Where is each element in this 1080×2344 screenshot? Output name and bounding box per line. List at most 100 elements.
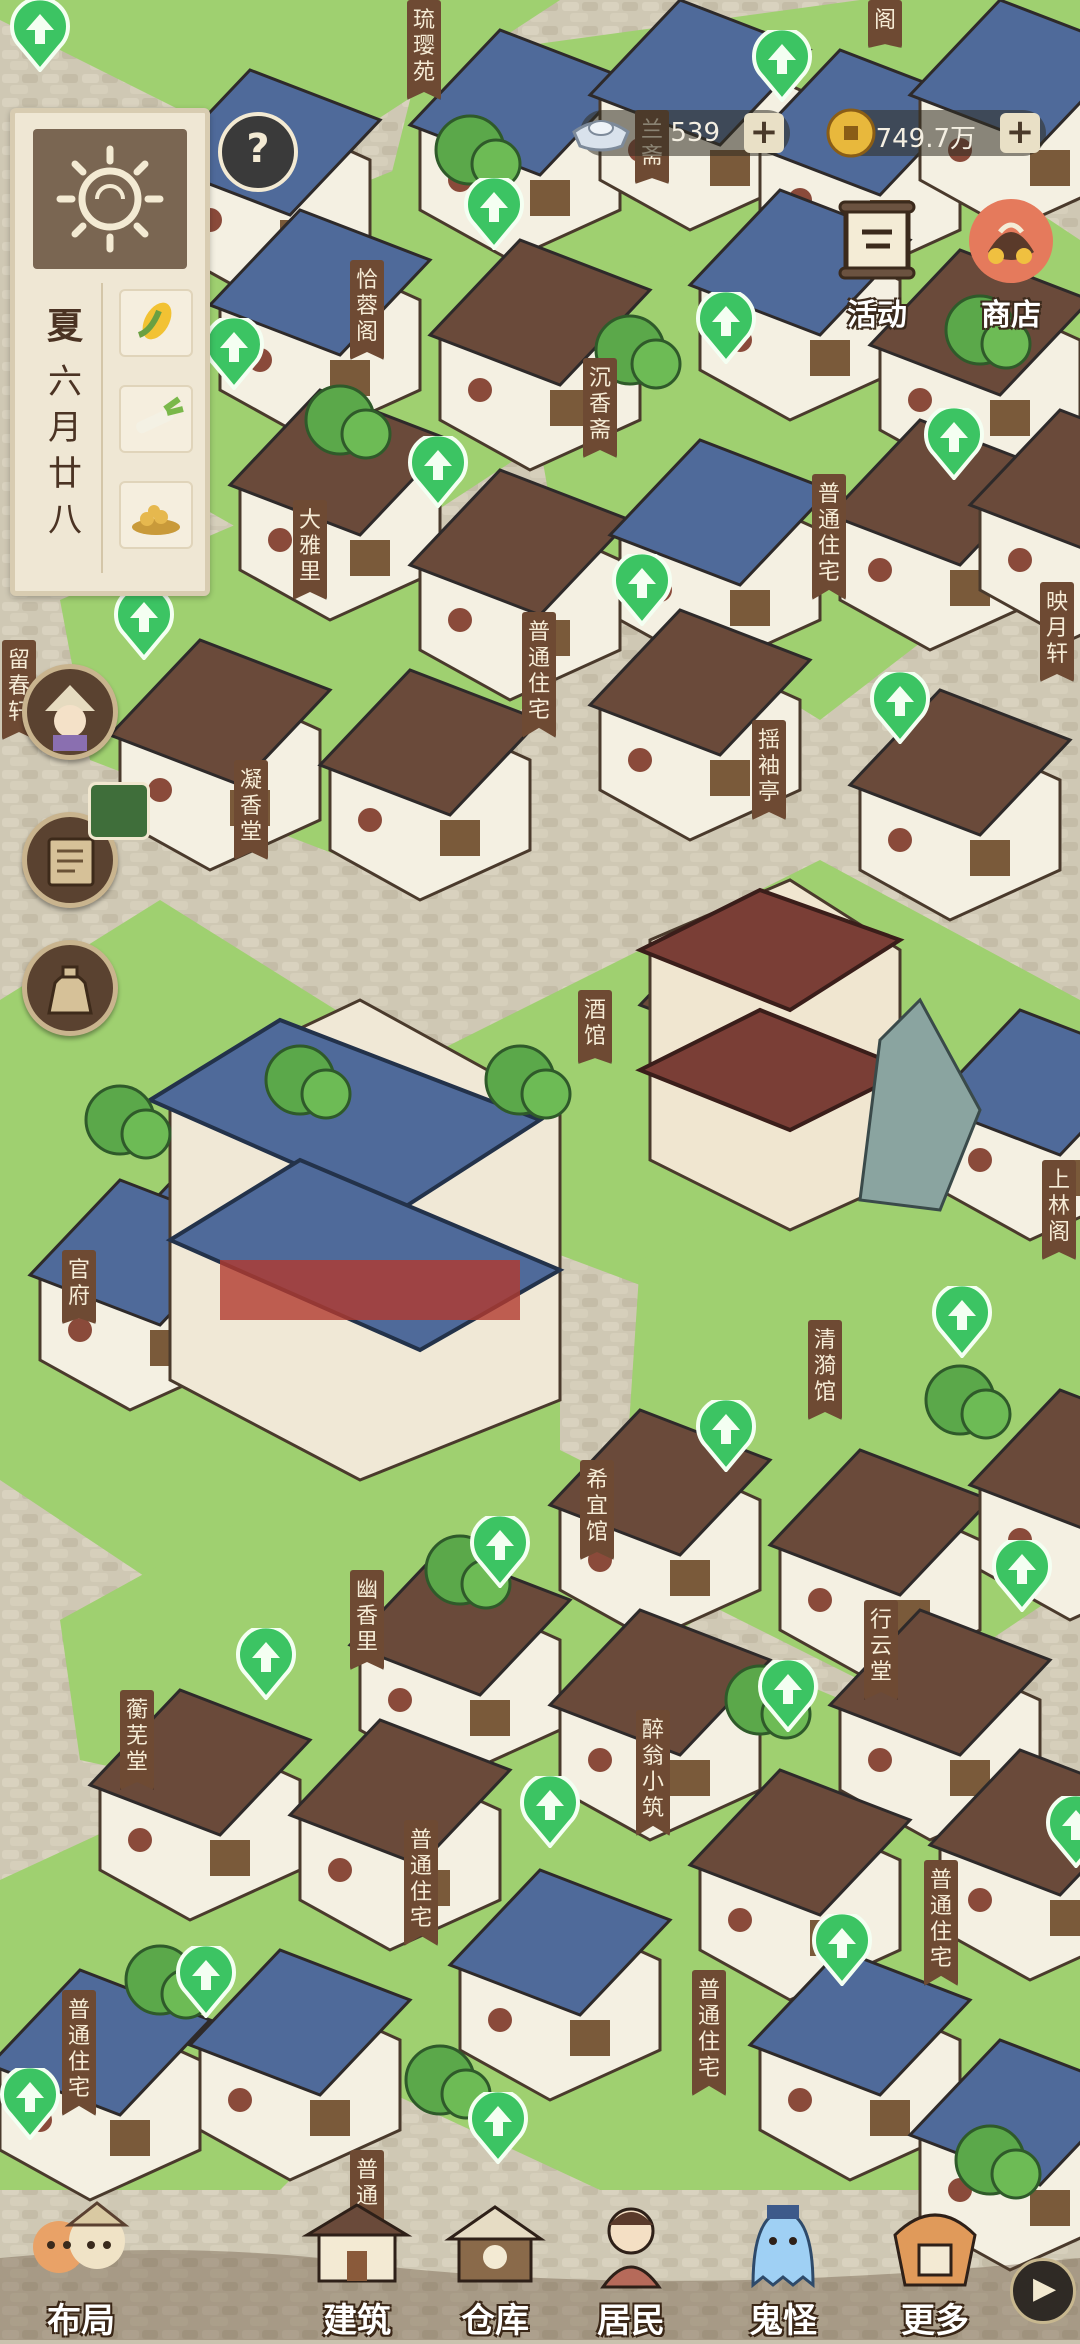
sign-character: 希	[585, 1468, 608, 1493]
nav-ghost-label: 鬼怪	[749, 2301, 817, 2341]
sign-character: 普	[355, 2158, 378, 2183]
coin-amount: 749.7万	[875, 124, 976, 154]
upgrade-arrow-icon[interactable]	[114, 588, 174, 660]
sign-character: 香	[355, 1604, 378, 1629]
nav-more-label: 更多	[901, 2301, 969, 2341]
building-name-sign[interactable]: 揺袖亭	[752, 720, 786, 820]
sign-character: 琉	[412, 8, 435, 33]
sign-character: 通	[409, 1854, 432, 1879]
building-name-sign[interactable]: 大雅里	[293, 500, 327, 600]
building-name-sign[interactable]: 蘅芜堂	[120, 1690, 154, 1790]
help-button[interactable]: ?	[218, 112, 298, 192]
building-name-sign[interactable]: 普通住宅	[692, 1970, 726, 2096]
upgrade-arrow-icon[interactable]	[758, 1660, 818, 1732]
sign-character: 轩	[1045, 642, 1068, 667]
shop-button[interactable]: 商店	[956, 196, 1066, 333]
upgrade-arrow-icon[interactable]	[932, 1286, 992, 1358]
building-name-sign[interactable]: 映月轩	[1040, 582, 1074, 682]
upgrade-arrow-icon[interactable]	[468, 2092, 528, 2164]
sign-character: 香	[239, 794, 262, 819]
sign-character: 堂	[239, 820, 262, 845]
corn-icon[interactable]	[119, 289, 193, 357]
upgrade-arrow-icon[interactable]	[992, 1540, 1052, 1612]
upgrade-arrow-icon[interactable]	[812, 1914, 872, 1986]
building-name-sign[interactable]: 普通住宅	[522, 612, 556, 738]
building-name-sign[interactable]: 阁	[868, 0, 902, 48]
building-name-sign[interactable]: 普通住宅	[404, 1820, 438, 1946]
activity-label: 活动	[847, 298, 907, 333]
ghost-icon	[751, 2205, 815, 2289]
nav-building-button[interactable]: 建筑	[282, 2195, 432, 2341]
upgrade-arrow-icon[interactable]	[204, 318, 264, 390]
building-name-sign[interactable]: 官府	[62, 1250, 96, 1324]
building-name-sign[interactable]: 琉璎苑	[407, 0, 441, 100]
sign-character: 通	[67, 2024, 90, 2049]
building-name-sign[interactable]: 沉香斋	[583, 358, 617, 458]
scallion-icon[interactable]	[119, 385, 193, 453]
building-name-sign[interactable]: 清漪馆	[808, 1320, 842, 1420]
upgrade-arrow-icon[interactable]	[0, 2068, 60, 2140]
season-date-panel[interactable]: 夏 六 月 廿 八	[10, 108, 210, 596]
upgrade-arrow-icon[interactable]	[612, 554, 672, 626]
sign-character: 通	[527, 646, 550, 671]
upgrade-arrow-icon[interactable]	[870, 672, 930, 744]
building-name-sign[interactable]: 上林阁	[1042, 1160, 1076, 1260]
upgrade-arrow-icon[interactable]	[924, 408, 984, 480]
soybean-icon[interactable]	[119, 481, 193, 549]
sign-character: 阁	[355, 320, 378, 345]
building-name-sign[interactable]: 恰蓉阁	[350, 260, 384, 360]
more-icon	[893, 2213, 977, 2287]
upgrade-arrow-icon[interactable]	[176, 1946, 236, 2018]
nav-more-button[interactable]: 更多	[860, 2195, 1010, 2341]
expand-menu-button[interactable]: ▶	[1010, 2258, 1076, 2324]
sign-character: 亭	[757, 780, 780, 805]
nav-layout-button[interactable]: 布局	[6, 2195, 156, 2341]
sign-character: 普	[929, 1868, 952, 1893]
add-silver-button[interactable]: +	[744, 113, 784, 153]
upgrade-arrow-icon[interactable]	[10, 0, 70, 72]
sign-character: 馆	[585, 1520, 608, 1545]
activity-button[interactable]: 活动	[822, 196, 932, 333]
building-name-sign[interactable]: 希宜馆	[580, 1460, 614, 1560]
upgrade-arrow-icon[interactable]	[696, 1400, 756, 1472]
building-name-sign[interactable]: 行云堂	[864, 1600, 898, 1700]
resident-portrait-button[interactable]	[22, 664, 118, 760]
chat-bubble-icon[interactable]	[88, 782, 150, 840]
upgrade-arrow-icon[interactable]	[470, 1516, 530, 1588]
sign-character: 映	[1045, 590, 1068, 615]
merchant-bag-button[interactable]	[22, 940, 118, 1036]
upgrade-arrow-icon[interactable]	[1046, 1796, 1080, 1868]
building-name-sign[interactable]: 幽香里	[350, 1570, 384, 1670]
building-name-sign[interactable]: 普通住宅	[62, 1990, 96, 2116]
sign-character: 袖	[757, 754, 780, 779]
sign-character: 宅	[67, 2076, 90, 2101]
building-name-sign[interactable]: 普通住宅	[924, 1860, 958, 1986]
resident-icon	[600, 2207, 662, 2289]
upgrade-arrow-icon[interactable]	[236, 1628, 296, 1700]
nav-resident-button[interactable]: 居民	[556, 2195, 706, 2341]
chevron-right-icon: ▶	[1033, 2271, 1057, 2306]
sign-character: 普	[527, 620, 550, 645]
building-name-sign[interactable]: 普通住宅	[812, 474, 846, 600]
add-coins-button[interactable]: +	[1000, 113, 1040, 153]
silver-amount: 539	[670, 118, 720, 148]
nav-warehouse-button[interactable]: 仓库	[420, 2195, 570, 2341]
building-name-sign[interactable]: 凝香堂	[234, 760, 268, 860]
nav-building-label: 建筑	[323, 2301, 391, 2341]
upgrade-arrow-icon[interactable]	[696, 292, 756, 364]
building-name-sign[interactable]: 酒馆	[578, 990, 612, 1064]
upgrade-arrow-icon[interactable]	[752, 30, 812, 102]
coin-resource-bar: 749.7万 +	[826, 108, 1046, 158]
sign-character: 小	[641, 1770, 664, 1795]
nav-ghost-button[interactable]: 鬼怪	[708, 2195, 858, 2341]
building-name-sign[interactable]: 醉翁小筑	[636, 1710, 670, 1836]
sign-character: 住	[527, 672, 550, 697]
sign-character: 斋	[588, 418, 611, 443]
sign-character: 林	[1047, 1194, 1070, 1219]
upgrade-arrow-icon[interactable]	[464, 178, 524, 250]
sign-character: 芜	[125, 1724, 148, 1749]
upgrade-arrow-icon[interactable]	[408, 436, 468, 508]
sign-character: 宅	[409, 1906, 432, 1931]
sign-character: 住	[67, 2050, 90, 2075]
upgrade-arrow-icon[interactable]	[520, 1776, 580, 1848]
